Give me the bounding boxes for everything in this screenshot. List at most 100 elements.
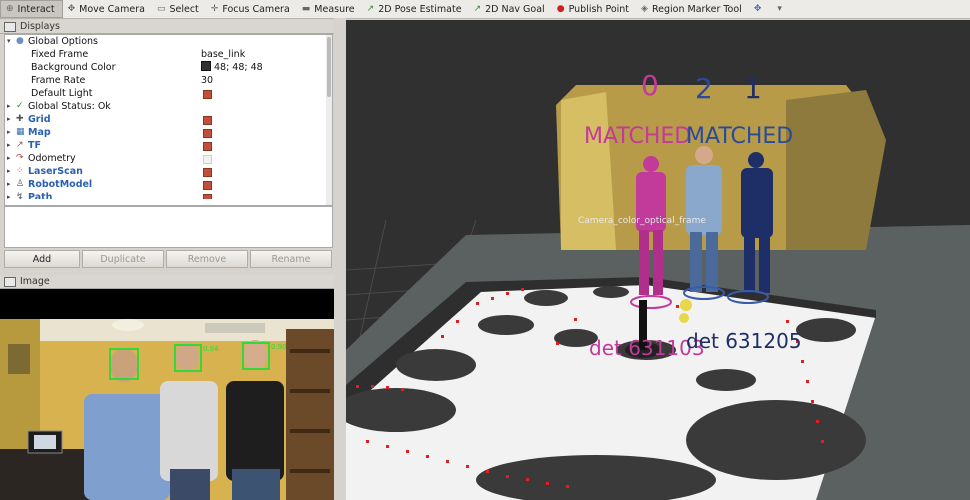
tree-item-name: LaserScan — [28, 166, 83, 177]
default-light-checkbox[interactable] — [203, 90, 212, 99]
collapse-arrow-icon[interactable]: ▸ — [7, 165, 11, 178]
person-shorts — [170, 469, 210, 500]
interact-icon: ⊕ — [6, 3, 14, 14]
camera-image[interactable]: 0.94 0.90 — [0, 289, 334, 500]
tree-row-path[interactable]: ▸ ↯ Path — [5, 191, 332, 199]
property-name: Default Light — [31, 88, 93, 99]
displays-tree[interactable]: ▾ ● Global Options Fixed Frame base_link… — [4, 34, 333, 206]
interact-label: Interact — [17, 3, 55, 15]
pose-estimate-label: 2D Pose Estimate — [378, 3, 462, 15]
map-icon: ▦ — [16, 127, 25, 137]
tree-row-global-status[interactable]: ▸ ✓ Global Status: Ok — [5, 100, 332, 113]
collapse-arrow-icon[interactable]: ▸ — [7, 191, 11, 199]
tool-dropdown-button[interactable]: ▾ — [772, 0, 793, 18]
property-value[interactable]: base_link — [201, 48, 245, 61]
select-tool[interactable]: ▭ Select — [152, 0, 206, 18]
person-shirt-plaid — [84, 394, 170, 500]
tf-frame-label: Camera_color_optical_frame — [578, 216, 706, 226]
globe-icon: ● — [16, 36, 24, 46]
chevron-down-icon: ▾ — [777, 3, 782, 14]
image-panel-header: Image — [0, 275, 334, 289]
path-checkbox[interactable] — [203, 194, 212, 199]
tree-row-map[interactable]: ▸ ▦ Map — [5, 126, 332, 139]
person-shirt-striped — [160, 381, 218, 481]
path-icon: ↯ — [16, 192, 24, 199]
tree-row-tf[interactable]: ▸ ↗ TF — [5, 139, 332, 152]
color-swatch[interactable] — [201, 61, 211, 71]
scrollbar-thumb[interactable] — [327, 37, 331, 97]
tree-row-global-options[interactable]: ▾ ● Global Options — [5, 35, 332, 48]
detection-score: 0.90 — [271, 343, 287, 351]
collapse-arrow-icon[interactable]: ▸ — [7, 113, 11, 126]
measure-tool[interactable]: ▬ Measure — [297, 0, 362, 18]
displays-panel-title: Displays — [20, 21, 60, 32]
matched-label-0: MATCHED — [584, 124, 691, 149]
tree-row-default-light[interactable]: Default Light — [5, 87, 332, 100]
interact-tool[interactable]: ⊕ Interact — [0, 0, 63, 18]
odometry-icon: ↷ — [16, 153, 24, 163]
region-marker-tool[interactable]: ◈ Region Marker Tool — [636, 0, 749, 18]
collapse-arrow-icon[interactable]: ▸ — [7, 126, 11, 139]
add-tool-button[interactable]: ✥ — [749, 0, 773, 18]
collapse-arrow-icon[interactable]: ▸ — [7, 100, 11, 113]
color-value: 48; 48; 48 — [214, 62, 263, 73]
tree-item-name: Grid — [28, 114, 51, 125]
grid-checkbox[interactable] — [203, 116, 212, 125]
property-value[interactable]: 30 — [201, 74, 213, 87]
tf-checkbox[interactable] — [203, 142, 212, 151]
tree-item-name: Path — [28, 192, 53, 199]
detection-label-1: det 631205 — [686, 329, 802, 353]
expand-arrow-icon[interactable]: ▾ — [7, 35, 11, 48]
move-camera-label: Move Camera — [79, 3, 145, 15]
nav-goal-icon: ↗ — [473, 3, 482, 14]
focus-camera-tool[interactable]: ✛ Focus Camera — [206, 0, 297, 18]
region-marker-icon: ◈ — [641, 3, 648, 14]
tree-row-odometry[interactable]: ▸ ↷ Odometry — [5, 152, 332, 165]
duplicate-button[interactable]: Duplicate — [82, 250, 164, 268]
detection-score: 0.94 — [203, 345, 219, 353]
property-value[interactable]: 48; 48; 48 — [201, 61, 263, 74]
measure-icon: ▬ — [301, 3, 311, 14]
panel-splitter[interactable] — [334, 18, 346, 500]
add-button[interactable]: Add — [4, 250, 80, 268]
measure-label: Measure — [314, 3, 355, 15]
nav-goal-tool[interactable]: ↗ 2D Nav Goal — [469, 0, 552, 18]
odometry-checkbox[interactable] — [203, 155, 212, 164]
rviz-3d-view[interactable]: 0 2 1 MATCHED MATCHED Camera_color_optic… — [346, 20, 970, 500]
track-id-2: 2 — [695, 72, 713, 105]
image-panel-title: Image — [20, 276, 50, 287]
publish-point-tool[interactable]: ● Publish Point — [552, 0, 636, 18]
pose-estimate-tool[interactable]: ↗ 2D Pose Estimate — [362, 0, 469, 18]
tree-row-laserscan[interactable]: ▸ ⁘ LaserScan — [5, 165, 332, 178]
tree-row-frame-rate[interactable]: Frame Rate 30 — [5, 74, 332, 87]
laserscan-icon: ⁘ — [16, 166, 24, 176]
laptop-screen — [34, 435, 56, 449]
rename-button[interactable]: Rename — [250, 250, 332, 268]
collapse-arrow-icon[interactable]: ▸ — [7, 139, 11, 152]
tree-item-name: Global Options — [28, 36, 98, 47]
displays-panel-header: Displays — [0, 20, 334, 34]
tree-item-name: TF — [28, 140, 41, 151]
map-checkbox[interactable] — [203, 129, 212, 138]
remove-button[interactable]: Remove — [166, 250, 248, 268]
track-id-1: 1 — [744, 72, 762, 105]
tree-item-name: Map — [28, 127, 51, 138]
collapse-arrow-icon[interactable]: ▸ — [7, 152, 11, 165]
person-head — [110, 348, 138, 382]
collapse-arrow-icon[interactable]: ▸ — [7, 178, 11, 191]
tree-row-grid[interactable]: ▸ ✚ Grid — [5, 113, 332, 126]
tree-row-background-color[interactable]: Background Color 48; 48; 48 — [5, 61, 332, 74]
tree-row-robotmodel[interactable]: ▸ ♙ RobotModel — [5, 178, 332, 191]
detection-marker — [679, 313, 689, 323]
displays-buttons: Add Duplicate Remove Rename — [4, 250, 334, 268]
displays-scrollbar[interactable] — [326, 35, 332, 205]
wall-fixture — [205, 323, 265, 333]
robotmodel-checkbox[interactable] — [203, 181, 212, 190]
region-marker-label: Region Marker Tool — [651, 3, 742, 15]
move-camera-tool[interactable]: ✥ Move Camera — [63, 0, 152, 18]
tree-row-fixed-frame[interactable]: Fixed Frame base_link — [5, 48, 332, 61]
focus-camera-label: Focus Camera — [222, 3, 290, 15]
laserscan-checkbox[interactable] — [203, 168, 212, 177]
person-shirt-black — [226, 381, 284, 481]
tree-item-name: Global Status: Ok — [28, 101, 111, 112]
